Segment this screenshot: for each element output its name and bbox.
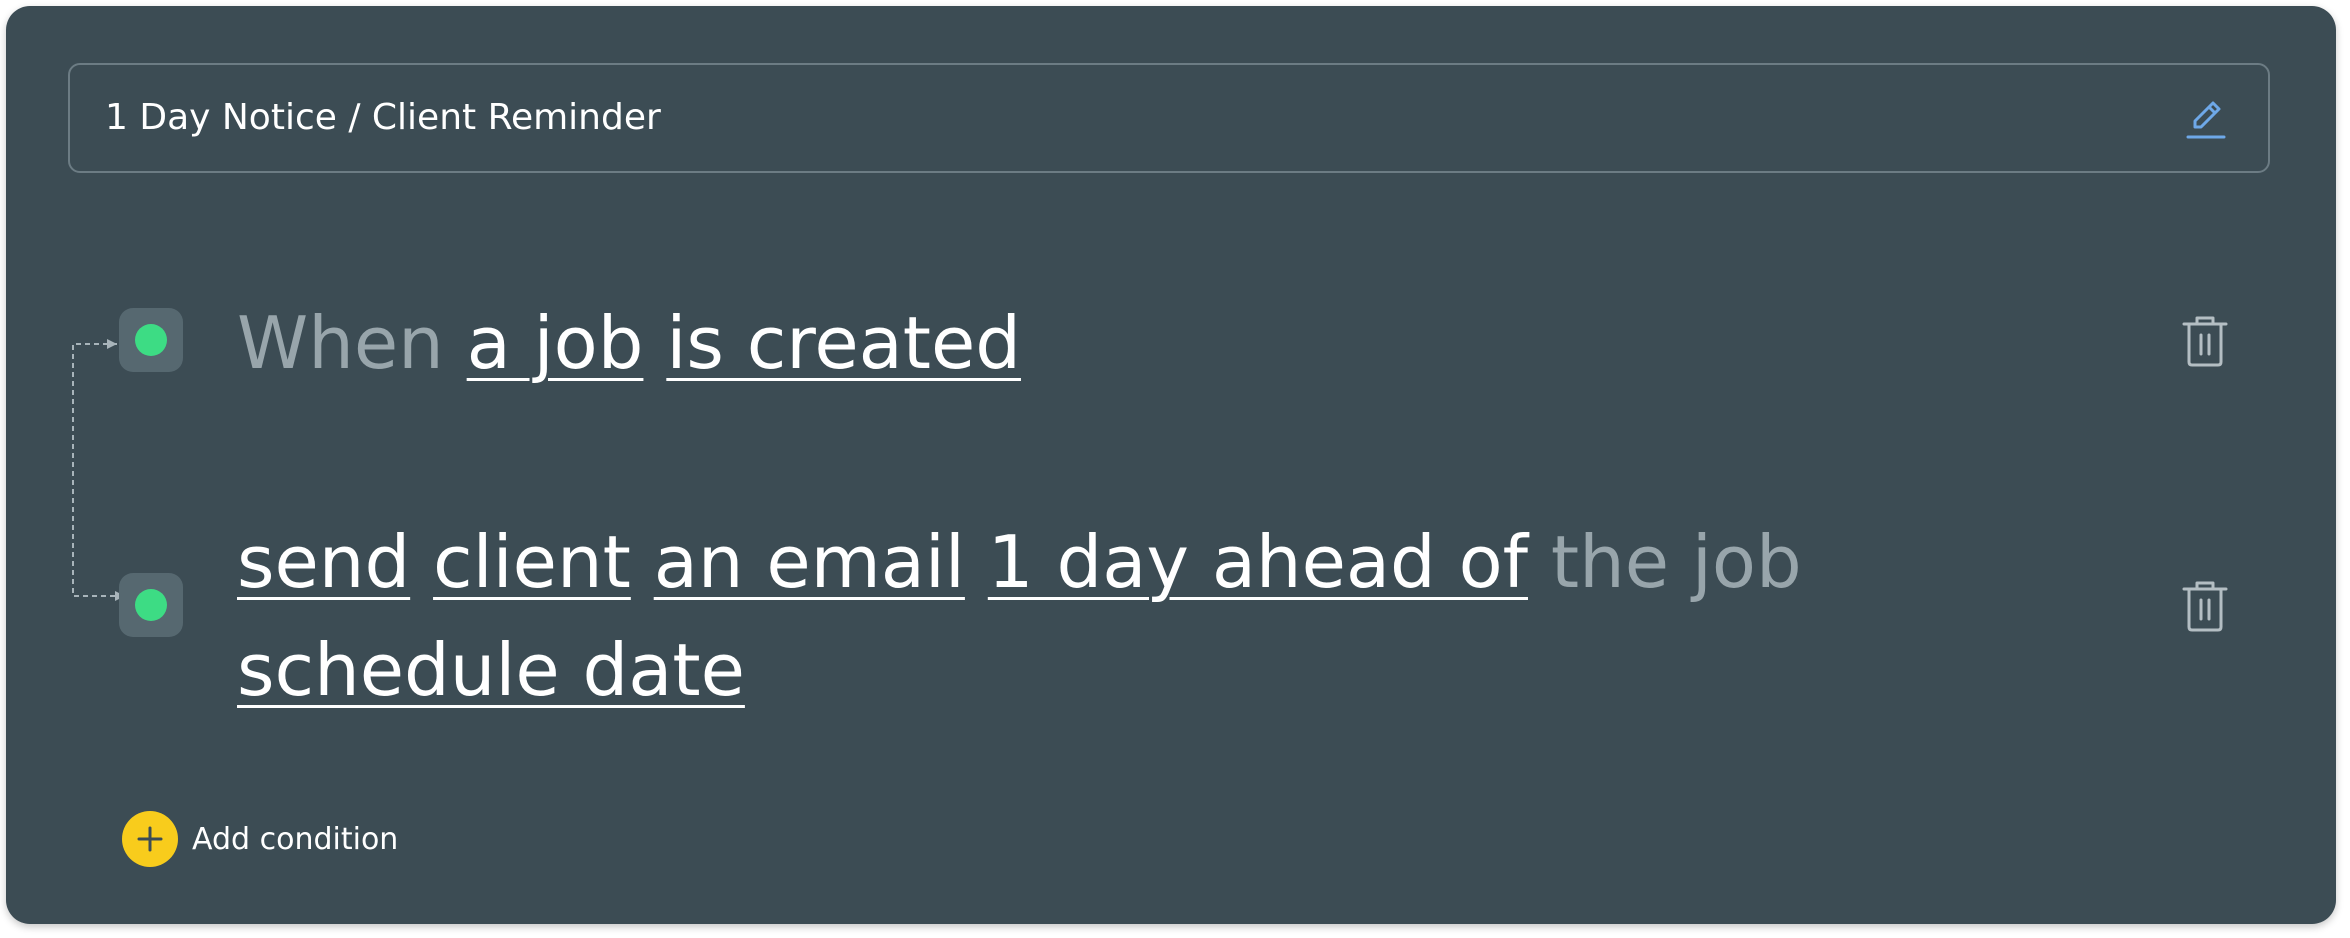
action-verb-token[interactable]: send [237,520,410,604]
action-field-token[interactable]: schedule date [237,628,745,712]
action-timing-token[interactable]: 1 day ahead of [988,520,1528,604]
trigger-sentence: When a job is created [237,289,2137,397]
plus-icon [137,826,163,852]
action-medium-token[interactable]: an email [654,520,965,604]
trigger-event-token[interactable]: is created [666,301,1021,385]
add-condition-button[interactable]: Add condition [122,811,398,867]
action-the-job-text: the job [1550,520,1802,604]
trash-icon [2182,316,2228,367]
trigger-subject-token[interactable]: a job [467,301,644,385]
status-dot [135,589,167,621]
action-node [119,573,183,637]
pencil-icon [2186,101,2226,139]
delete-trigger-button[interactable] [2179,313,2231,369]
automation-card: 1 Day Notice / Client Reminder When a jo… [6,6,2336,924]
delete-action-button[interactable] [2179,578,2231,634]
trash-icon [2182,581,2228,632]
add-condition-label: Add condition [192,821,399,857]
add-condition-circle [122,811,178,867]
trigger-when-text: When [237,301,444,385]
status-dot [135,324,167,356]
action-recipient-token[interactable]: client [433,520,631,604]
trigger-node [119,308,183,372]
edit-title-button[interactable] [2182,95,2230,143]
workflow-title-field[interactable]: 1 Day Notice / Client Reminder [68,63,2270,173]
step-connector [72,339,125,601]
action-sentence: send client an email 1 day ahead of the … [237,508,2137,724]
workflow-title: 1 Day Notice / Client Reminder [105,97,661,138]
